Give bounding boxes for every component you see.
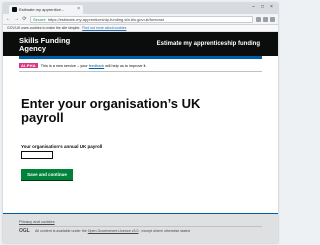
extension-icon[interactable] xyxy=(263,16,268,22)
browser-toolbar: ← → ⟳ Secure https://estimate-my-apprent… xyxy=(3,14,278,25)
browser-window: Estimate my apprentice... × – □ × ← → ⟳ … xyxy=(3,3,278,243)
tab-strip: Estimate my apprentice... × – □ × xyxy=(3,3,278,14)
window-controls: – □ × xyxy=(250,4,275,11)
licence-text-after: , except where otherwise stated xyxy=(139,229,191,233)
phase-text-before: This is a new service – your xyxy=(40,63,88,68)
maximize-icon[interactable]: □ xyxy=(259,4,266,11)
brand-line-2: Agency xyxy=(19,43,47,53)
menu-icon[interactable] xyxy=(270,16,275,22)
licence-text: All content is available under the Open … xyxy=(35,229,245,234)
ogl-logo-icon: OGL xyxy=(19,228,30,234)
crown-favicon-icon xyxy=(12,7,17,12)
phase-banner: ALPHA This is a new service – your feedb… xyxy=(19,63,262,72)
address-bar[interactable]: Secure https://estimate-my-apprenticeshi… xyxy=(30,15,253,23)
licence-text-before: All content is available under the xyxy=(35,229,87,233)
payroll-label: Your organisation’s annual UK payroll xyxy=(21,144,103,149)
minimize-icon[interactable]: – xyxy=(250,4,257,11)
forward-arrow-icon[interactable]: → xyxy=(14,16,19,22)
feedback-link[interactable]: feedback xyxy=(89,64,104,68)
site-header: Skills Funding Agency Estimate my appren… xyxy=(3,32,278,56)
extension-icons xyxy=(256,16,275,22)
url-text[interactable]: https://estimate-my-apprenticeship-fundi… xyxy=(48,17,250,22)
phase-banner-text: This is a new service – your feedback wi… xyxy=(41,64,147,68)
privacy-cookies-link[interactable]: Privacy and cookies xyxy=(19,219,55,224)
page-title: Enter your organisation’s UK payroll xyxy=(21,96,201,125)
secure-label: Secure xyxy=(33,16,46,22)
agency-logo[interactable]: Skills Funding Agency xyxy=(19,37,70,52)
cookie-text: GOV.UK uses cookies to make the site sim… xyxy=(7,26,81,30)
reload-icon[interactable]: ⟳ xyxy=(22,16,27,22)
cookie-banner: GOV.UK uses cookies to make the site sim… xyxy=(3,25,278,32)
close-window-icon[interactable]: × xyxy=(268,4,275,11)
site-footer: Privacy and cookies OGL All content is a… xyxy=(3,213,278,243)
phase-text-after: will help us to improve it. xyxy=(105,63,147,68)
save-and-continue-button[interactable]: Save and continue xyxy=(21,169,73,180)
browser-tab[interactable]: Estimate my apprentice... × xyxy=(9,5,83,14)
tab-title: Estimate my apprentice... xyxy=(19,7,65,12)
footer-divider xyxy=(19,226,262,227)
header-divider xyxy=(19,56,262,59)
back-arrow-icon[interactable]: ← xyxy=(6,16,11,22)
payroll-input[interactable] xyxy=(21,151,53,159)
service-name-link[interactable]: Estimate my apprenticeship funding xyxy=(157,41,260,47)
alpha-tag: ALPHA xyxy=(19,63,38,68)
cookie-link[interactable]: Find out more about cookies xyxy=(82,26,126,30)
licence-link[interactable]: Open Government Licence v3.0 xyxy=(88,229,139,233)
star-icon[interactable] xyxy=(256,16,261,22)
tab-close-icon[interactable]: × xyxy=(77,7,80,12)
